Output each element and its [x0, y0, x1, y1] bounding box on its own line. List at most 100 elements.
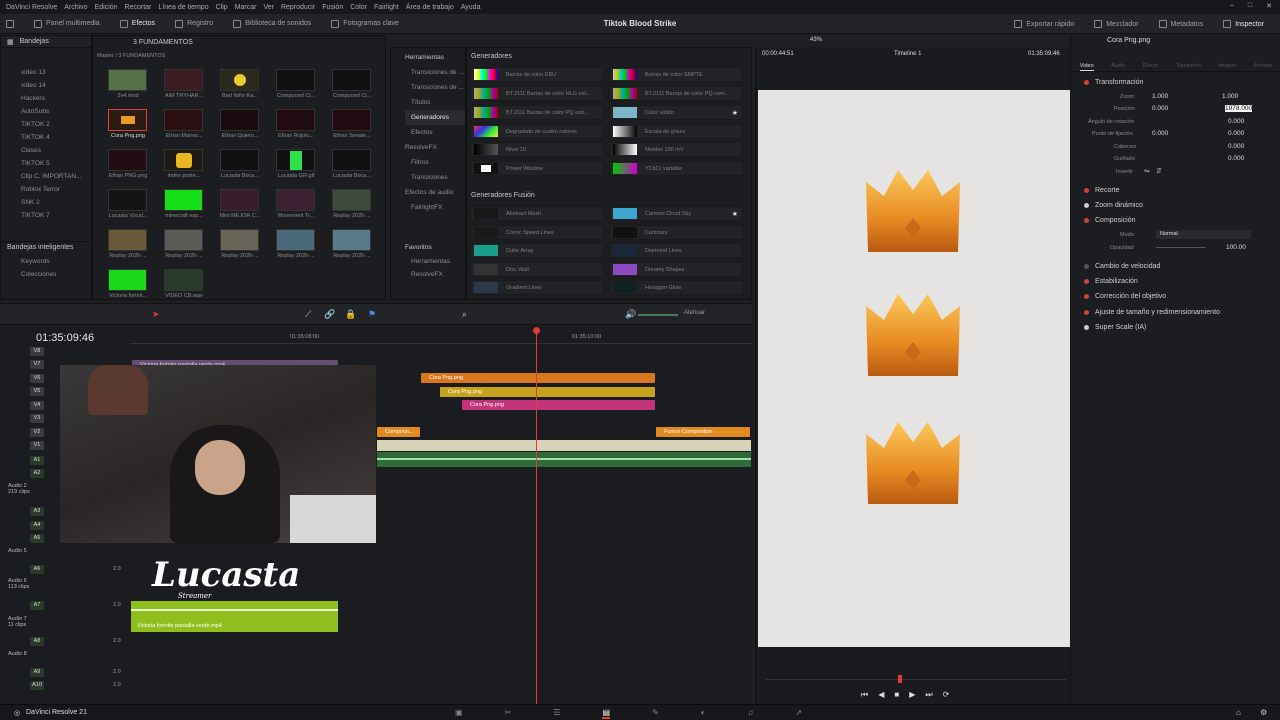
timeline-clip[interactable]: Fusion Composition — [656, 427, 750, 437]
section-composite[interactable]: Composición — [1072, 213, 1276, 227]
settings-icon[interactable]: ⚙ — [1260, 708, 1267, 717]
play-reverse-icon[interactable]: ◀ — [878, 690, 884, 700]
menu-workspace[interactable]: Área de trabajo — [406, 4, 454, 11]
enable-dot[interactable] — [1084, 202, 1089, 208]
fusion-generator-item[interactable]: Dreamy Shapes — [609, 262, 743, 277]
edit-page-icon[interactable]: ▤ — [602, 708, 610, 719]
tab-audio[interactable]: Audio — [1111, 63, 1125, 71]
audio-clip-a1[interactable] — [377, 452, 751, 467]
effects-tree-item[interactable]: Filtros — [405, 155, 465, 170]
timeline-clip[interactable]: Compoun... — [377, 427, 420, 437]
effects-tree-item[interactable]: Títulos — [405, 95, 465, 110]
link-icon[interactable]: 🔗 — [324, 309, 335, 320]
track-label[interactable]: A3 — [30, 507, 44, 516]
track-label[interactable]: V6 — [30, 374, 44, 383]
clip-thumb[interactable]: Replay 2026-... — [324, 186, 380, 225]
audio-clip-a7[interactable]: Victoria fortnite pantalla verde.mp4 — [131, 601, 338, 632]
fusion-generator-item[interactable]: Hexagon Glow — [609, 280, 743, 295]
clip-thumb[interactable]: Lucasta Vocal... — [100, 186, 156, 225]
maximize-icon[interactable]: □ — [1248, 2, 1252, 10]
clip-thumb[interactable]: Ethan PNG.png — [100, 146, 156, 185]
zoom-y-field[interactable]: 1.000 — [1222, 93, 1238, 100]
anchor-y-field[interactable]: 0.000 — [1228, 130, 1244, 137]
fusion-generator-item[interactable]: Cube Array — [470, 243, 604, 258]
menu-file[interactable]: Archivo — [64, 4, 87, 11]
scrubber-handle[interactable] — [898, 675, 902, 683]
generator-item[interactable]: YCbCr variable — [609, 161, 743, 176]
generator-item[interactable]: BT.2111 Barras de color PQ estr... — [470, 105, 604, 120]
enable-dot[interactable] — [1084, 217, 1089, 223]
favorites-title[interactable]: Favoritos — [405, 240, 450, 255]
viewer-zoom[interactable]: 43% — [810, 37, 822, 43]
clip-thumb[interactable]: Mini MEJOR C... — [212, 186, 268, 225]
inspector-button[interactable]: Inspector — [1213, 14, 1274, 34]
clip-thumb[interactable]: Replay 2026-... — [324, 226, 380, 265]
track-label[interactable]: A6 — [30, 565, 44, 574]
section-super-scale[interactable]: Super Scale (IA) — [1072, 320, 1276, 334]
viewer-timeline-name[interactable]: Timeline 1 — [894, 51, 921, 57]
enable-dot[interactable] — [1084, 187, 1089, 193]
color-page-icon[interactable]: ◐ — [701, 708, 706, 719]
effects-tree-item[interactable]: Efectos de audio — [405, 185, 465, 200]
bin-item[interactable]: TIKTOK 7 — [1, 209, 91, 222]
effects-tree-item[interactable]: Efectos — [405, 125, 465, 140]
composite-mode-select[interactable]: Normal — [1156, 230, 1251, 239]
playhead[interactable] — [536, 327, 537, 704]
enable-dot[interactable] — [1084, 79, 1089, 85]
menu-clip[interactable]: Clip — [216, 4, 228, 11]
enable-dot[interactable] — [1084, 324, 1089, 330]
bin-item[interactable]: TIKTOK 2 — [1, 118, 91, 131]
lock-icon[interactable]: 🔒 — [345, 309, 356, 320]
track-label[interactable]: A7 — [30, 601, 44, 610]
layout-button[interactable] — [0, 14, 24, 34]
star-icon[interactable]: ★ — [732, 109, 738, 117]
enable-dot[interactable] — [1084, 293, 1089, 299]
generator-item[interactable]: BT.2111 Barras de color PQ com... — [609, 86, 743, 101]
media-pool-button[interactable]: Panel multimedia — [24, 14, 110, 34]
tab-video[interactable]: Video — [1079, 63, 1094, 71]
tab-file[interactable]: Archivo — [1254, 63, 1272, 71]
clip-thumb[interactable]: 2v4.mod — [100, 66, 156, 105]
scrubber-track[interactable] — [766, 679, 1066, 680]
clip-thumb[interactable]: AIM TRYHAR... — [156, 66, 212, 105]
attenuate-label[interactable]: Atenuar — [684, 310, 705, 316]
enable-dot[interactable] — [1084, 278, 1089, 284]
generator-item[interactable]: Escala de grises — [609, 124, 743, 139]
track-label[interactable]: V2 — [30, 428, 44, 437]
menu-timeline[interactable]: Línea de tiempo — [158, 4, 208, 11]
clip-thumb[interactable]: Victoria fortnit... — [100, 266, 156, 305]
fusion-page-icon[interactable]: ✎ — [652, 708, 659, 719]
volume-slider[interactable] — [638, 314, 678, 316]
clip-thumb[interactable]: Ethan Rojolu... — [268, 106, 324, 145]
clip-thumb[interactable]: Ethan Manos... — [156, 106, 212, 145]
timeline-ruler[interactable]: 01:35:08:00 01:35:10:00 — [130, 326, 752, 344]
timeline-clip[interactable]: Cora Png.png — [462, 400, 655, 410]
zoom-x-field[interactable]: 1.000 — [1152, 93, 1168, 100]
position-x-field[interactable]: 0.000 — [1152, 105, 1168, 112]
position-y-field[interactable]: 1978.000 — [1225, 105, 1253, 112]
media-page-icon[interactable]: ▣ — [455, 708, 463, 719]
generator-item[interactable]: Color sólido ★ — [609, 105, 743, 120]
skip-back-icon[interactable]: ⏮ — [861, 690, 868, 700]
bin-item[interactable]: video 13 — [1, 66, 91, 79]
effects-tree-item[interactable]: Transiciones — [405, 170, 465, 185]
fusion-generator-item[interactable]: Cartoon Cloud Sky ★ — [609, 206, 743, 221]
track-label[interactable]: A2 — [30, 469, 44, 478]
loop-icon[interactable]: ⟳ — [943, 690, 950, 700]
clip-thumb[interactable]: Replay 2026-... — [212, 226, 268, 265]
selection-tool-icon[interactable]: ➤ — [152, 309, 160, 320]
clip-thumb[interactable]: Lucasta Boca... — [212, 146, 268, 185]
v1-clip[interactable] — [377, 440, 751, 451]
cut-list-icon[interactable]: ☰ — [553, 708, 560, 719]
timeline-clip[interactable]: Cora Png.png — [421, 373, 655, 383]
play-icon[interactable]: ▶ — [909, 690, 915, 700]
keyframes-button[interactable]: Fotogramas clave — [321, 14, 409, 34]
generator-item[interactable]: Degradado de cuatro colores — [470, 124, 604, 139]
opacity-field[interactable]: 100.00 — [1226, 244, 1246, 251]
menu-trim[interactable]: Recortar — [125, 4, 152, 11]
track-label[interactable]: V7 — [30, 360, 44, 369]
favorite-item[interactable]: Herramientas — [405, 255, 450, 268]
generator-item[interactable]: Power Window — [470, 161, 604, 176]
razor-icon[interactable]: ⟋ — [305, 309, 311, 320]
clip-thumb[interactable]: index poste... — [156, 146, 212, 185]
